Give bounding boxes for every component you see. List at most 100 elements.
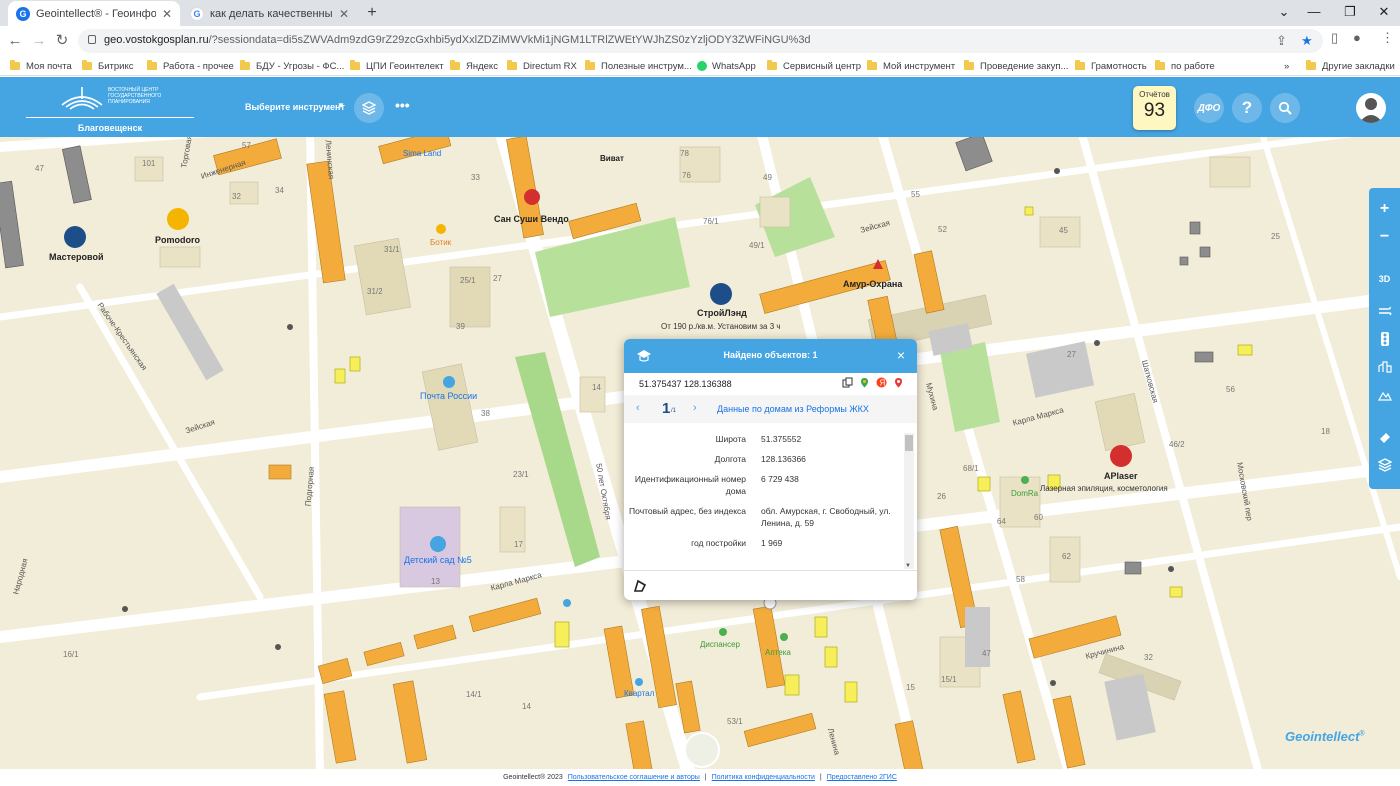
yandex-icon[interactable]: Я bbox=[876, 377, 887, 388]
layers-stack-icon[interactable] bbox=[1369, 452, 1400, 478]
reports-counter[interactable]: Отчётов 93 bbox=[1133, 86, 1176, 130]
help-button[interactable]: ? bbox=[1232, 93, 1262, 123]
polygon-icon[interactable] bbox=[633, 579, 647, 593]
bookmark-whatsapp[interactable]: WhatsApp bbox=[697, 59, 756, 73]
house-number: 55 bbox=[911, 190, 920, 199]
house-number: 14 bbox=[592, 383, 601, 392]
bookmark-star-icon[interactable]: ★ bbox=[1301, 33, 1313, 49]
bookmark-item[interactable]: Полезные инструм... bbox=[585, 59, 692, 73]
close-window-icon[interactable]: ✕ bbox=[1366, 2, 1400, 22]
address-bar[interactable]: geo.vostokgosplan.ru/?sessiondata=di5sZW… bbox=[78, 29, 1323, 53]
reload-icon[interactable]: ↻ bbox=[52, 31, 72, 51]
popup-coordinates[interactable]: 51.375437 128.136388 bbox=[639, 379, 732, 389]
popup-title: Найдено объектов: 1 bbox=[723, 350, 818, 360]
more-bookmarks-button[interactable]: » bbox=[1284, 59, 1289, 73]
bookmark-item[interactable]: Грамотность bbox=[1075, 59, 1147, 73]
restore-icon[interactable]: ❐ bbox=[1332, 2, 1368, 22]
minimap-thumbnail[interactable] bbox=[684, 732, 720, 768]
next-result-icon[interactable]: › bbox=[693, 402, 697, 414]
bookmark-item[interactable]: ЦПИ Геоинтелект bbox=[350, 59, 444, 73]
bookmark-item[interactable]: Работа - прочее bbox=[147, 59, 234, 73]
poi-label[interactable]: Аптека bbox=[765, 648, 791, 657]
zoom-out-button[interactable]: − bbox=[1369, 224, 1400, 250]
bookmark-item[interactable]: Моя почта bbox=[10, 59, 72, 73]
poi-label[interactable]: Диспансер bbox=[700, 640, 740, 649]
eraser-icon[interactable] bbox=[1369, 424, 1400, 450]
new-tab-button[interactable]: + bbox=[362, 3, 382, 23]
city-name[interactable]: Благовещенск bbox=[26, 117, 194, 133]
bookmark-item[interactable]: Яндекс bbox=[450, 59, 498, 73]
bookmark-item[interactable]: Сервисный центр bbox=[767, 59, 861, 73]
data-source-link[interactable]: Данные по домам из Реформы ЖКХ bbox=[717, 404, 869, 414]
poi-label[interactable]: СтройЛэнд bbox=[697, 308, 747, 318]
tool-select[interactable]: Выберите инструмент bbox=[245, 102, 345, 112]
folder-icon bbox=[585, 60, 595, 70]
profile-icon[interactable]: ● bbox=[1353, 30, 1361, 45]
privacy-link[interactable]: Политика конфиденциальности bbox=[712, 774, 815, 781]
more-options-icon[interactable]: ••• bbox=[395, 97, 410, 113]
bookmark-item[interactable]: по работе bbox=[1155, 59, 1215, 73]
buildings-layer-icon[interactable] bbox=[1369, 354, 1400, 380]
geointellect-watermark: Geointellect® bbox=[1285, 729, 1365, 744]
house-number: 33 bbox=[471, 173, 480, 182]
terms-link[interactable]: Пользовательское соглашение и авторы bbox=[568, 774, 700, 781]
poi-label[interactable]: Почта России bbox=[420, 391, 477, 401]
poi-label[interactable]: Детский сад №5 bbox=[404, 555, 472, 565]
prev-result-icon[interactable]: ‹ bbox=[636, 402, 640, 414]
back-icon[interactable]: ← bbox=[5, 31, 25, 51]
attribute-row: Почтовый адрес, без индекса обл. Амурская… bbox=[629, 506, 891, 528]
zoom-in-button[interactable]: + bbox=[1369, 196, 1400, 222]
bookmark-item[interactable]: Directum RX bbox=[507, 59, 577, 73]
tab-search[interactable]: G как делать качественные сним ✕ bbox=[182, 1, 357, 26]
search-button[interactable] bbox=[1270, 93, 1300, 123]
wind-layer-icon[interactable] bbox=[1369, 298, 1400, 324]
share-icon[interactable]: ⇪ bbox=[1276, 33, 1287, 49]
scroll-down-icon[interactable]: ▼ bbox=[905, 563, 911, 569]
bookmark-item[interactable]: Мой инструмент bbox=[867, 59, 955, 73]
popup-scrollbar[interactable]: ▼ bbox=[904, 433, 914, 569]
poi-label[interactable]: DomRa bbox=[1011, 489, 1038, 498]
menu-icon[interactable]: ⋮ bbox=[1381, 30, 1394, 46]
caret-down-icon[interactable]: ▼ bbox=[337, 101, 345, 110]
close-tab-icon[interactable]: ✕ bbox=[162, 7, 172, 21]
minimize-icon[interactable]: — bbox=[1296, 2, 1332, 22]
poi-label[interactable]: Ботик bbox=[430, 238, 451, 247]
tab-geointellect[interactable]: G Geointellect® - Геоинформаци ✕ bbox=[8, 1, 180, 26]
bookmark-item[interactable]: Проведение закуп... bbox=[964, 59, 1068, 73]
poi-label[interactable]: Сан Суши Вендо bbox=[494, 214, 569, 224]
side-panel-icon[interactable]: ▯ bbox=[1331, 30, 1338, 46]
house-number: 14/1 bbox=[466, 690, 482, 699]
url-text[interactable]: geo.vostokgosplan.ru/?sessiondata=di5sZW… bbox=[104, 34, 811, 46]
bookmark-item[interactable]: Битрикс bbox=[82, 59, 134, 73]
poi-label[interactable]: Мастеровой bbox=[49, 252, 103, 262]
object-info-popup: Найдено объектов: 1 × 51.375437 128.1363… bbox=[624, 339, 917, 600]
house-number: 57 bbox=[242, 141, 251, 150]
dfo-button[interactable]: ДФО bbox=[1194, 93, 1224, 123]
traffic-light-icon[interactable] bbox=[1369, 326, 1400, 352]
scrollbar-thumb[interactable] bbox=[905, 435, 913, 451]
copy-icon[interactable] bbox=[842, 377, 853, 388]
other-bookmarks[interactable]: Другие закладки bbox=[1306, 59, 1395, 73]
house-number: 34 bbox=[275, 186, 284, 195]
close-icon[interactable]: × bbox=[897, 347, 905, 363]
page-footer: Geointellect® 2023 Пользовательское согл… bbox=[0, 769, 1400, 786]
poi-label[interactable]: Амур-Охрана bbox=[843, 279, 902, 289]
poi-label[interactable]: Pomodoro bbox=[155, 235, 200, 245]
user-avatar[interactable] bbox=[1356, 93, 1386, 123]
house-number: 25/1 bbox=[460, 276, 476, 285]
poi-label[interactable]: Виват bbox=[600, 154, 624, 163]
poi-label[interactable]: Sima Land bbox=[403, 149, 441, 158]
bookmark-item[interactable]: БДУ - Угрозы - ФС... bbox=[240, 59, 344, 73]
forward-icon[interactable]: → bbox=[29, 31, 49, 51]
map-pin-icon[interactable] bbox=[893, 377, 904, 388]
house-number: 27 bbox=[493, 274, 502, 283]
close-tab-icon[interactable]: ✕ bbox=[339, 7, 349, 21]
result-page-total: /1 bbox=[671, 408, 677, 414]
google-maps-icon[interactable] bbox=[859, 377, 870, 388]
terrain-icon[interactable] bbox=[1369, 382, 1400, 408]
poi-label[interactable]: APlaser bbox=[1104, 471, 1138, 481]
layers-button[interactable] bbox=[354, 93, 384, 123]
poi-label[interactable]: Квартал bbox=[624, 689, 654, 698]
3d-mode-button[interactable]: 3D bbox=[1369, 266, 1400, 292]
provider-link[interactable]: Предоставлено 2ГИС bbox=[827, 774, 897, 781]
